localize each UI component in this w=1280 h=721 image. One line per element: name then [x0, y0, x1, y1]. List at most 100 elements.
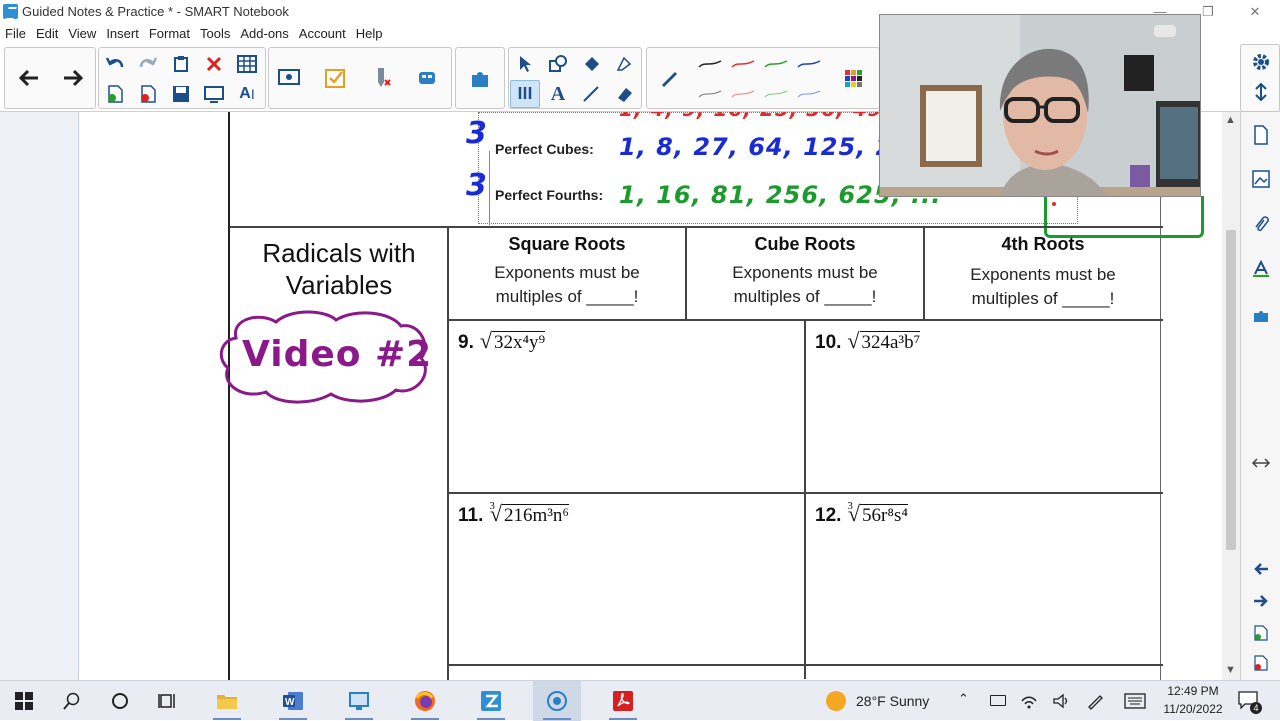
settings-icon[interactable] [1248, 49, 1274, 75]
table-icon[interactable] [232, 50, 262, 78]
remote-desktop-icon[interactable] [335, 681, 383, 721]
word-icon[interactable]: W [269, 681, 317, 721]
touch-keyboard-icon[interactable] [1124, 693, 1146, 709]
red-dot-annotation [1052, 202, 1056, 206]
fill-icon[interactable] [576, 50, 606, 78]
redo-icon[interactable] [133, 50, 163, 78]
restore-button[interactable]: ❐ [1198, 2, 1218, 22]
menu-help[interactable]: Help [351, 24, 388, 44]
problem-radicand: 32x⁴y⁹ [491, 331, 546, 353]
weather-sun-icon[interactable] [826, 691, 846, 711]
pen-style-green[interactable] [761, 50, 791, 78]
pen-icon[interactable] [510, 80, 540, 108]
screen-shade-icon[interactable] [199, 80, 229, 108]
volume-icon[interactable] [1052, 692, 1070, 710]
text-icon[interactable]: A [543, 80, 573, 108]
file-explorer-icon[interactable] [203, 681, 251, 721]
shapes-icon[interactable] [543, 50, 573, 78]
delete-icon[interactable] [199, 50, 229, 78]
drawing-tools-group: A [508, 47, 642, 109]
add-ons-icon[interactable] [407, 49, 447, 107]
start-icon[interactable] [0, 681, 48, 721]
forward-arrow-icon[interactable] [53, 49, 93, 107]
previous-page-icon[interactable] [1248, 556, 1274, 582]
worksheet: 1, 4, 9, 16, 25, 36, 49, 64, 81, 100 Per… [219, 112, 1204, 680]
clock-time[interactable]: 12:49 PM [1158, 684, 1228, 698]
problem-number: 10. [815, 332, 842, 353]
pen-style-gray[interactable] [695, 80, 725, 108]
pen-style-black[interactable] [695, 50, 725, 78]
clock-date[interactable]: 11/20/2022 [1158, 702, 1228, 716]
text-format-icon[interactable]: AI [232, 80, 262, 108]
back-arrow-icon[interactable] [9, 49, 49, 107]
toolbar-position-icon[interactable] [1248, 79, 1274, 105]
scroll-down-icon[interactable]: ▼ [1225, 664, 1236, 676]
col-sub-square-roots-2: multiples of _____! [495, 287, 639, 306]
scroll-thumb[interactable] [1226, 230, 1236, 550]
wifi-icon[interactable] [1020, 692, 1038, 710]
problem-9: 9. √ 32x⁴y⁹ [458, 328, 546, 353]
menu-view[interactable]: View [63, 24, 101, 44]
pen-style-light-blue[interactable] [794, 80, 824, 108]
next-page-icon[interactable] [1248, 588, 1274, 614]
paste-icon[interactable] [166, 50, 196, 78]
menu-add-ons[interactable]: Add-ons [235, 24, 293, 44]
acrobat-icon[interactable] [599, 681, 647, 721]
line-icon[interactable] [576, 80, 606, 108]
firefox-icon[interactable] [401, 681, 449, 721]
menu-format[interactable]: Format [144, 24, 195, 44]
delete-page-side-icon[interactable] [1248, 650, 1274, 676]
undo-icon[interactable] [100, 50, 130, 78]
menu-edit[interactable]: Edit [31, 24, 63, 44]
pen-style-red[interactable] [728, 50, 758, 78]
gallery-icon[interactable] [1248, 166, 1274, 192]
add-page-side-icon[interactable] [1248, 620, 1274, 646]
pen-style-light-red[interactable] [728, 80, 758, 108]
section-title-line1: Radicals with [262, 238, 416, 268]
add-ons-panel-icon[interactable] [1248, 302, 1274, 328]
document-camera-icon[interactable] [269, 49, 309, 107]
eraser-tool-icon[interactable] [609, 80, 639, 108]
smart-notebook-icon[interactable] [467, 681, 515, 721]
weather-text[interactable]: 28°F Sunny [856, 693, 929, 709]
pen-style-blue[interactable] [794, 50, 824, 78]
add-page-icon[interactable] [100, 80, 130, 108]
problem-radicand: 216m³n⁶ [501, 504, 570, 526]
properties-icon[interactable] [1248, 256, 1274, 282]
task-view-icon[interactable] [144, 681, 192, 721]
vertical-scrollbar[interactable]: ▲ ▼ [1222, 112, 1240, 680]
delete-page-icon[interactable] [133, 80, 163, 108]
show-hidden-icons-icon[interactable]: ⌃ [958, 691, 969, 707]
attachments-icon[interactable] [1248, 212, 1274, 238]
search-icon[interactable] [48, 681, 96, 721]
pen-style-light-green[interactable] [761, 80, 791, 108]
edit-group: AI [98, 47, 266, 109]
scroll-up-icon[interactable]: ▲ [1225, 114, 1236, 126]
cortana-icon[interactable] [96, 681, 144, 721]
problem-radicand: 324a³b⁷ [859, 331, 921, 353]
menu-tools[interactable]: Tools [195, 24, 235, 44]
resize-panel-icon[interactable] [1248, 450, 1274, 476]
puzzle-icon[interactable] [460, 49, 500, 107]
pen-type-icon[interactable] [649, 49, 689, 107]
table-rule [804, 319, 806, 679]
color-grid-icon[interactable] [833, 49, 873, 107]
fourths-exponent-annotation: 3 [466, 168, 488, 203]
select-icon[interactable] [510, 50, 540, 78]
eraser-icon[interactable] [609, 50, 639, 78]
menu-account[interactable]: Account [294, 24, 351, 44]
screen-recorder-icon[interactable] [533, 681, 581, 721]
page-sorter-icon[interactable] [1248, 122, 1274, 148]
response-icon[interactable] [315, 49, 355, 107]
pen-workspace-icon[interactable] [1086, 692, 1104, 710]
battery-icon[interactable] [990, 695, 1006, 706]
menu-file[interactable]: File [0, 24, 31, 44]
menu-insert[interactable]: Insert [101, 24, 144, 44]
close-button[interactable]: ✕ [1245, 2, 1265, 22]
webcam-overlay[interactable] [879, 14, 1201, 197]
side-panel-tabs [1240, 112, 1280, 680]
notebook-canvas[interactable]: 1, 4, 9, 16, 25, 36, 49, 64, 81, 100 Per… [79, 112, 1222, 680]
col-sub-square-roots-1: Exponents must be [494, 263, 640, 282]
save-icon[interactable] [166, 80, 196, 108]
magic-pen-icon[interactable] [361, 49, 401, 107]
